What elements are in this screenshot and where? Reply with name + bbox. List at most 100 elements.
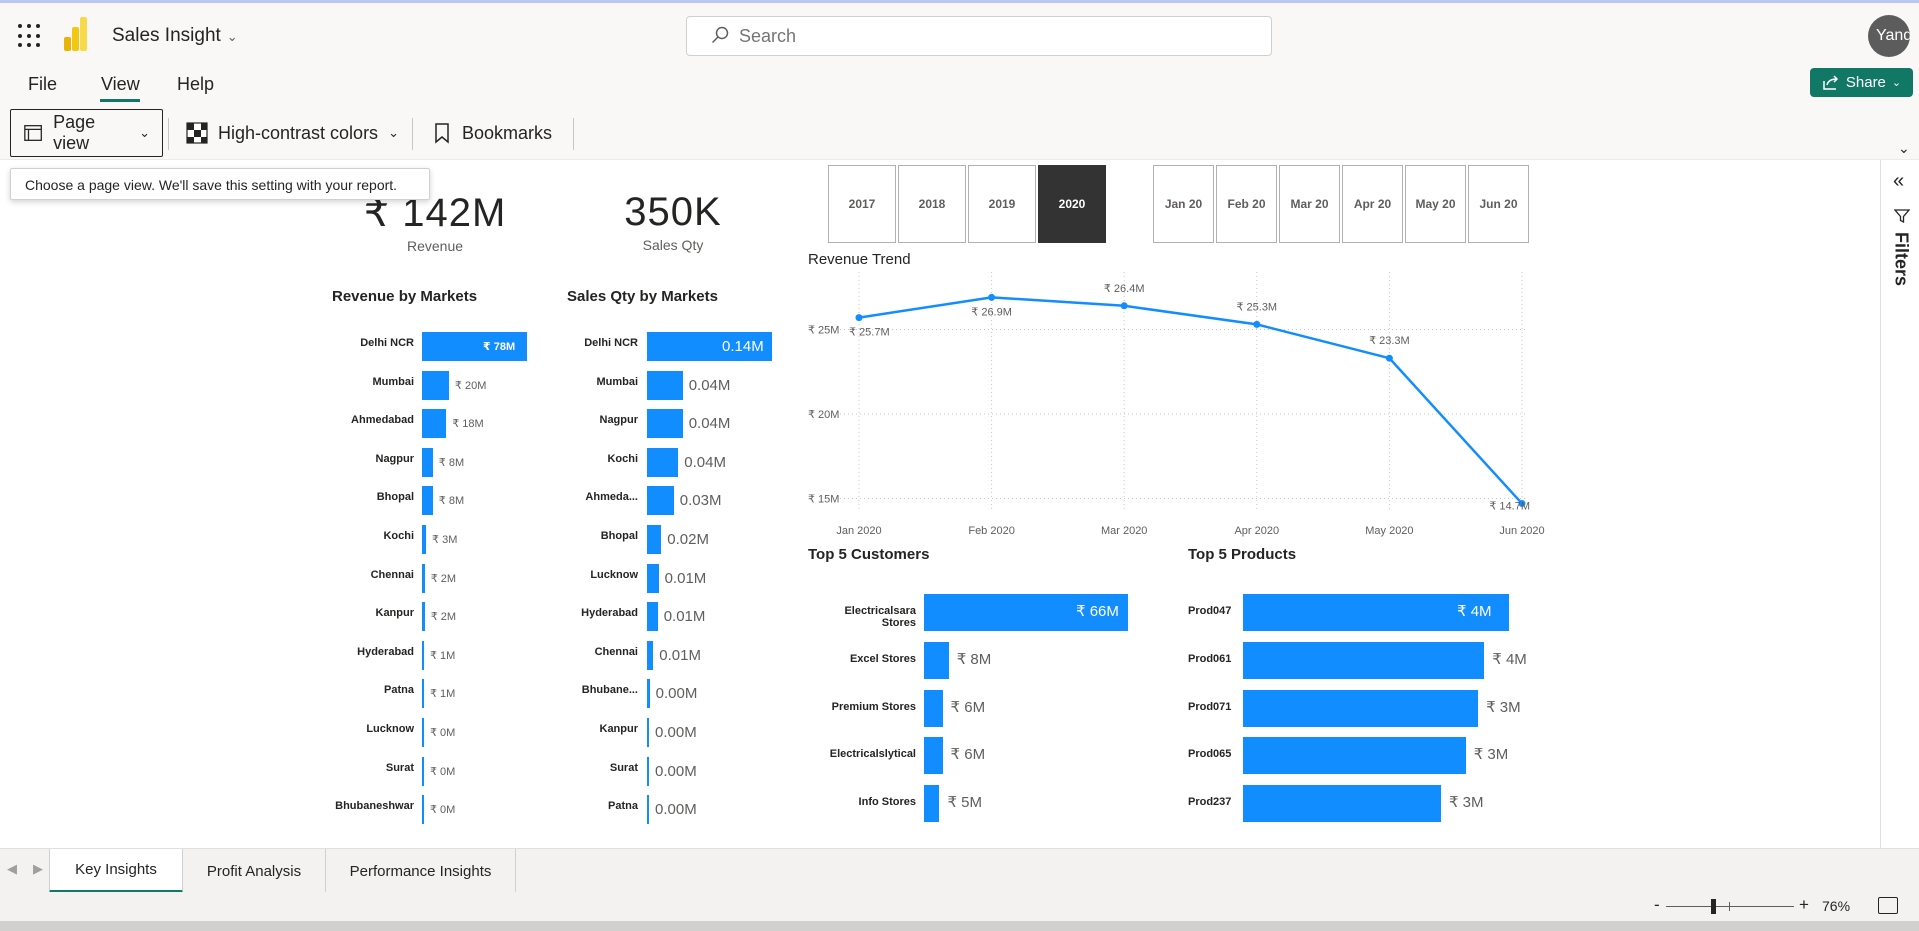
market-bar[interactable] [647,370,683,400]
market-bar[interactable] [647,486,674,516]
zoom-out-button[interactable]: - [1654,895,1660,915]
collapse-ribbon-icon[interactable]: ⌄ [1898,140,1910,157]
market-label: Lucknow [366,723,414,735]
market-bar[interactable] [422,370,449,400]
market-label: Surat [385,761,414,774]
market-bar[interactable] [647,756,649,786]
collapse-filters-icon[interactable]: « [1893,170,1904,193]
market-value-label: ₹ 0M [430,727,456,739]
high-contrast-label: High-contrast colors [218,122,379,143]
zoom-slider-track[interactable] [1666,906,1794,907]
active-tab-indicator [100,99,140,102]
zoom-slider-thumb[interactable] [1711,899,1716,914]
market-bar[interactable] [422,718,424,747]
data-label: ₹ 23.3M [1369,335,1410,347]
share-button[interactable]: Share ⌄ [1810,68,1913,97]
market-bar[interactable] [647,525,662,554]
market-value-label: 0.02M [667,531,709,548]
market-value-label: 0.04M [688,376,731,394]
view-toolbar: Page view ⌄ High-contrast colors ⌄ Bookm… [0,104,1919,160]
bookmarks-button[interactable]: Bookmarks [420,109,564,157]
high-contrast-button[interactable]: High-contrast colors ⌄ [174,109,411,157]
bar[interactable] [1243,737,1466,775]
tab-profit-analysis[interactable]: Profit Analysis [183,849,326,893]
year-option[interactable]: 2019 [968,165,1036,243]
page-view-button[interactable]: Page view ⌄ [10,109,163,157]
y-tick-label: ₹ 15M [808,493,839,505]
ribbon-tabs: File View Help [0,66,1919,104]
market-bar[interactable] [422,756,424,786]
revenue-trend-chart[interactable]: ₹ 15M ₹ 20M ₹ 25M Jan 2020 Feb 2020 Mar 2020 A… [800,272,1560,542]
tab-performance-insights[interactable]: Performance Insights [326,849,516,893]
bar[interactable] [924,641,949,679]
data-point [1120,302,1128,310]
tab-scroll-left-icon[interactable]: ◀ [7,861,17,877]
avatar[interactable]: Yandefir [1868,15,1910,57]
market-value-label: ₹ 8M [438,456,465,469]
year-option[interactable]: 2018 [898,165,966,243]
search-input[interactable] [739,25,1239,47]
bookmarks-label: Bookmarks [462,122,553,143]
month-option[interactable]: Jun 20 [1468,165,1529,243]
bar[interactable] [1243,641,1485,679]
bar-value-label: ₹ 6M [950,698,986,716]
market-bar[interactable] [647,409,683,439]
bar-value-label: ₹ 5M [947,794,983,812]
report-canvas: ₹ 142M Revenue 350K Sales Qty 2017 2018 20… [0,160,1880,848]
bar[interactable] [924,785,940,823]
year-option[interactable]: 2020 [1038,165,1106,243]
zoom-in-button[interactable]: + [1799,895,1809,915]
market-bar[interactable] [422,525,427,554]
month-option[interactable]: Jan 20 [1153,165,1214,243]
bar[interactable] [1243,689,1479,727]
market-bar[interactable] [647,447,679,477]
bar-value-label: ₹ 8M [956,650,992,668]
month-option[interactable]: May 20 [1405,165,1466,243]
top-customers-title: Top 5 Customers [808,546,930,563]
bar[interactable] [924,737,943,775]
market-bar[interactable] [422,563,425,593]
category-label: Premium Stores [831,700,916,713]
category-label: Info Stores [858,796,916,809]
market-bar[interactable] [647,795,649,825]
zoom-level: 76% [1822,898,1851,914]
market-bar[interactable] [647,679,650,709]
revenue-trend-title: Revenue Trend [808,251,911,268]
market-bar[interactable] [647,602,658,632]
filters-label[interactable]: Filters [1883,232,1919,312]
market-bar[interactable] [422,640,424,670]
app-launcher-icon[interactable] [18,24,42,48]
month-option[interactable]: Feb 20 [1216,165,1277,243]
fit-to-page-icon[interactable] [1878,897,1898,914]
tab-scroll-right-icon[interactable]: ▶ [33,861,43,877]
tab-key-insights[interactable]: Key Insights [49,849,183,893]
menu-file[interactable]: File [28,74,57,95]
market-bar[interactable] [422,795,424,825]
market-bar[interactable] [422,679,424,709]
high-contrast-icon [186,122,208,144]
year-option[interactable]: 2017 [828,165,896,243]
menu-view[interactable]: View [101,74,140,95]
menu-help[interactable]: Help [177,74,214,95]
month-option[interactable]: Apr 20 [1342,165,1403,243]
market-value-label: ₹ 1M [430,649,456,662]
market-bar[interactable] [647,640,654,670]
search-box[interactable] [686,16,1272,56]
zoom-slider-tick [1729,902,1730,911]
market-label: Bhopal [600,530,638,542]
app-header: Sales Insight ⌄ Yandefir [0,0,1919,66]
market-value-label: ₹ 2M [430,572,457,585]
market-bar[interactable] [422,486,433,516]
bar[interactable] [1243,785,1441,823]
market-label: Surat [609,761,638,774]
bar[interactable] [924,689,943,727]
month-option[interactable]: Mar 20 [1279,165,1340,243]
report-title: Sales Insight [112,25,221,46]
market-bar[interactable] [647,718,649,747]
market-bar[interactable] [647,563,659,593]
report-title-dropdown[interactable]: Sales Insight ⌄ [112,25,238,47]
market-bar[interactable] [422,447,433,477]
horizontal-scrollbar[interactable] [0,921,1919,931]
market-bar[interactable] [422,602,425,632]
market-bar[interactable] [422,409,447,439]
